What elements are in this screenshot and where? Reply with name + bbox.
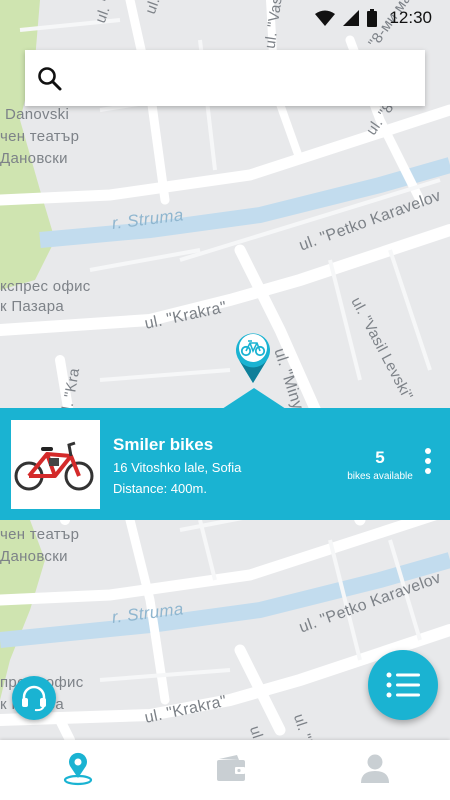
map-place-label: Danovski bbox=[5, 106, 70, 123]
cellular-signal-icon bbox=[343, 10, 360, 26]
status-time: 12:30 bbox=[389, 8, 432, 27]
battery-icon bbox=[367, 9, 378, 27]
nav-tab-map[interactable] bbox=[3, 740, 153, 800]
station-card[interactable]: Smiler bikes 16 Vitoshko lale, Sofia Dis… bbox=[0, 408, 450, 520]
more-options-icon[interactable] bbox=[420, 448, 436, 482]
bikes-available-count: 5 bbox=[375, 448, 385, 467]
map-view[interactable]: ul. "8 ul. "8 ul. "Vasil Lev ul. "8-ми м… bbox=[0, 0, 450, 740]
station-address: 16 Vitoshko lale, Sofia bbox=[113, 460, 242, 475]
map-place-label: Дановски bbox=[0, 150, 68, 167]
bike-pin-icon[interactable] bbox=[233, 330, 273, 384]
wifi-icon bbox=[315, 10, 336, 26]
nav-tab-profile[interactable] bbox=[300, 740, 450, 800]
card-pointer bbox=[222, 388, 286, 409]
search-icon[interactable] bbox=[37, 66, 63, 92]
map-place-label: Дановски bbox=[0, 548, 68, 565]
station-distance: Distance: 400m. bbox=[113, 481, 207, 496]
bottom-navigation bbox=[0, 740, 450, 800]
headset-icon bbox=[22, 685, 46, 712]
search-input[interactable] bbox=[75, 62, 439, 96]
map-place-label: к Пазара bbox=[0, 298, 64, 315]
list-icon bbox=[386, 672, 420, 698]
list-view-button[interactable] bbox=[368, 650, 438, 720]
search-bar[interactable] bbox=[25, 50, 439, 106]
wallet-icon bbox=[217, 755, 245, 781]
bikes-available-label: bikes available bbox=[347, 471, 413, 482]
bike-thumbnail bbox=[11, 420, 100, 509]
station-title: Smiler bikes bbox=[113, 435, 214, 454]
map-place-label: чен театър bbox=[0, 526, 80, 543]
status-bar: 12:30 bbox=[0, 0, 450, 36]
bike-image bbox=[14, 441, 94, 491]
support-button[interactable] bbox=[12, 676, 56, 720]
user-icon bbox=[361, 754, 389, 783]
map-place-label: чен театър bbox=[0, 128, 80, 145]
nav-tab-wallet[interactable] bbox=[156, 740, 306, 800]
map-pin-icon bbox=[63, 752, 93, 786]
map-place-label: кспрес офис bbox=[0, 278, 91, 295]
